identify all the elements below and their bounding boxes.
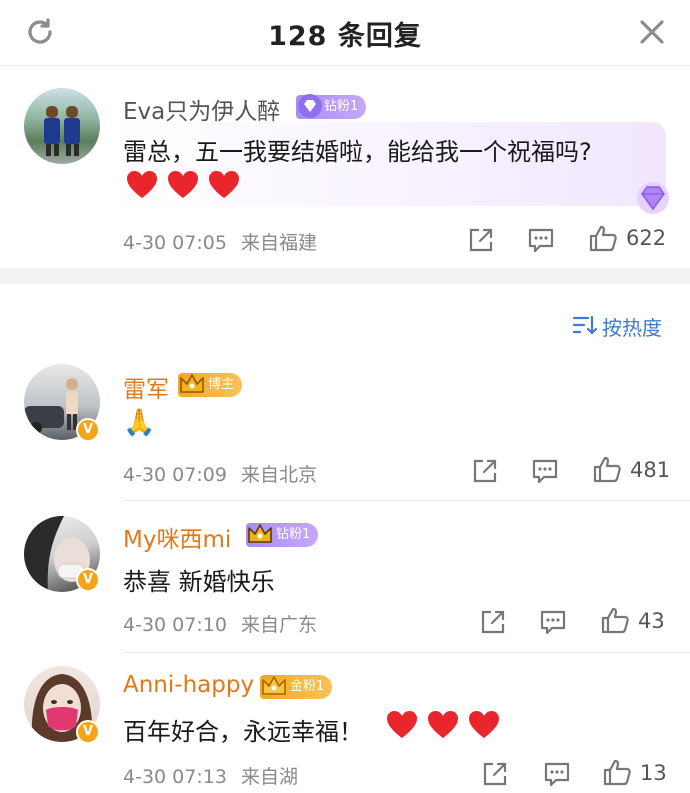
- comment-text: 雷总，五一我要结婚啦，能给我一个祝福吗?: [123, 138, 592, 166]
- heart-icon: [127, 171, 157, 198]
- comment-meta: 4-30 07:10 来自广东: [123, 610, 317, 637]
- crown-icon: [262, 676, 286, 695]
- divider: [123, 500, 690, 501]
- username[interactable]: Anni-happy: [123, 672, 254, 698]
- share-icon[interactable]: [478, 607, 508, 637]
- username[interactable]: Eva只为伊人醉: [123, 92, 280, 126]
- comment-icon[interactable]: [538, 607, 568, 637]
- heart-icon: [387, 711, 417, 738]
- comment-meta: 4-30 07:09 来自北京: [123, 460, 317, 487]
- crown-icon: [180, 374, 204, 393]
- like-count: 622: [626, 226, 667, 250]
- avatar-photo: [44, 106, 80, 156]
- comment-location: 来自福建: [240, 232, 317, 254]
- sort-label: 按热度: [602, 316, 662, 340]
- header-bar: 128 条回复: [0, 0, 690, 66]
- divider: [123, 652, 690, 653]
- comment-time: 4-30 07:13: [123, 766, 227, 788]
- comment-location: 来自广东: [240, 614, 317, 636]
- comment-icon[interactable]: [526, 225, 556, 255]
- avatar[interactable]: [24, 88, 100, 164]
- share-icon[interactable]: [466, 225, 496, 255]
- like-icon[interactable]: [592, 454, 622, 484]
- like-count: 13: [640, 761, 667, 785]
- fan-badge-label: 金粉1: [290, 679, 325, 694]
- comment-location: 来自湖: [240, 766, 298, 788]
- comment-time: 4-30 07:05: [123, 232, 227, 254]
- comment-text: 🙏: [123, 408, 156, 438]
- section-divider: [0, 268, 690, 284]
- fan-badge[interactable]: 钻粉1: [246, 523, 319, 547]
- verified-badge-icon: V: [76, 568, 100, 592]
- heart-icon: [469, 711, 500, 738]
- close-icon[interactable]: [634, 14, 670, 50]
- diamond-icon: [298, 94, 322, 118]
- heart-icon: [209, 171, 240, 198]
- crown-icon: [248, 524, 272, 543]
- fan-badge-label: 钻粉1: [324, 99, 359, 114]
- heart-emoji-row: [386, 710, 500, 740]
- username[interactable]: My咪西mi: [123, 520, 231, 554]
- username[interactable]: 雷军: [123, 370, 169, 404]
- comment-text: 恭喜 新婚快乐: [123, 568, 275, 596]
- blogger-badge[interactable]: 博主: [178, 373, 243, 397]
- share-icon[interactable]: [480, 759, 510, 789]
- fan-badge[interactable]: 钻粉1: [296, 94, 367, 119]
- diamond-decoration-icon: [637, 182, 669, 214]
- comment-text: 百年好合，永远幸福！: [123, 718, 363, 746]
- page-title: 128 条回复: [268, 21, 422, 52]
- like-count: 43: [638, 609, 665, 633]
- heart-icon: [428, 711, 459, 738]
- like-count: 481: [630, 458, 671, 482]
- sort-icon: [572, 315, 598, 335]
- comment-meta: 4-30 07:13 来自湖: [123, 762, 298, 789]
- fan-badge-label: 钻粉1: [276, 527, 311, 542]
- like-icon[interactable]: [600, 605, 630, 635]
- comment-time: 4-30 07:10: [123, 614, 227, 636]
- heart-emoji-row: [126, 170, 240, 200]
- comment-location: 来自北京: [240, 464, 317, 486]
- fan-badge[interactable]: 金粉1: [260, 675, 333, 699]
- blogger-badge-label: 博主: [208, 377, 235, 392]
- heart-icon: [168, 171, 199, 198]
- verified-badge-icon: V: [76, 720, 100, 744]
- like-icon[interactable]: [602, 757, 632, 787]
- comment-icon[interactable]: [530, 456, 560, 486]
- share-icon[interactable]: [470, 456, 500, 486]
- comment-meta: 4-30 07:05 来自福建: [123, 228, 317, 255]
- comment-time: 4-30 07:09: [123, 464, 227, 486]
- verified-badge-icon: V: [76, 418, 100, 442]
- comment-icon[interactable]: [542, 759, 572, 789]
- like-icon[interactable]: [588, 223, 618, 253]
